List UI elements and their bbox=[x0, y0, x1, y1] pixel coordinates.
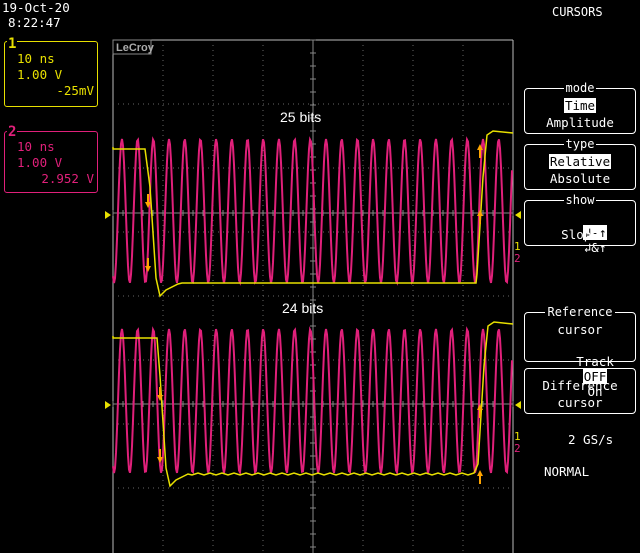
trigger-marker-left bbox=[105, 401, 111, 409]
difference-cursor-button[interactable]: Difference cursor bbox=[524, 368, 636, 414]
reference-menu-header: Reference bbox=[545, 305, 615, 319]
channel-2-box[interactable]: 2 10 ns 1.00 V 2.952 V bbox=[4, 124, 98, 193]
channel-2-volts: 1.00 V bbox=[17, 155, 63, 170]
type-menu[interactable]: type Relative Absolute bbox=[524, 137, 636, 190]
type-option-relative[interactable]: Relative bbox=[548, 154, 612, 169]
type-menu-header: type bbox=[563, 137, 597, 151]
brand-logo: LeCroy bbox=[116, 42, 155, 54]
reference-cursor-menu[interactable]: Reference cursor Track OFF On bbox=[524, 305, 636, 399]
cursor-arrow bbox=[477, 470, 483, 476]
sample-rate-readout: 2 GS/s bbox=[568, 432, 614, 447]
show-option-slope: Slope bbox=[561, 227, 599, 242]
difference-label: Difference bbox=[542, 378, 618, 393]
trigger-mode-readout: NORMAL bbox=[544, 464, 590, 479]
trigger-marker-left bbox=[105, 211, 111, 219]
mode-option-amplitude[interactable]: Amplitude bbox=[525, 115, 635, 130]
type-option-absolute[interactable]: Absolute bbox=[525, 171, 635, 186]
lower-trace-label: 24 bits bbox=[282, 300, 324, 316]
time-readout: 8:22:47 bbox=[8, 15, 61, 30]
track-label: Track bbox=[576, 354, 614, 369]
difference-cursor-label: cursor bbox=[557, 395, 603, 410]
ch2-ground-marker: 2 bbox=[514, 252, 521, 265]
slope-icon-other[interactable]: ↲&↑ bbox=[584, 240, 607, 255]
reference-cursor-label: cursor bbox=[557, 322, 603, 337]
show-menu[interactable]: show ↲-↑ ↲&↑ Slope bbox=[524, 193, 636, 255]
mode-option-time[interactable]: Time bbox=[563, 98, 597, 113]
channel-1-box[interactable]: 1 10 ns 1.00 V -25mV bbox=[4, 36, 98, 107]
upper-trace-label: 25 bits bbox=[280, 109, 322, 125]
trigger-marker-right bbox=[515, 211, 521, 219]
date-readout: 19-Oct-20 bbox=[2, 0, 70, 15]
channel-1-volts: 1.00 V bbox=[17, 67, 63, 82]
channel-1-timebase: 10 ns bbox=[17, 51, 55, 66]
channel-2-number: 2 bbox=[7, 124, 18, 140]
channel-2-offset: 2.952 V bbox=[41, 171, 94, 186]
show-menu-header: show bbox=[563, 193, 597, 207]
channel-1-offset: -25mV bbox=[56, 83, 94, 98]
menu-title: CURSORS bbox=[552, 5, 603, 19]
mode-menu[interactable]: mode Time Amplitude bbox=[524, 81, 636, 134]
trigger-marker-right bbox=[515, 401, 521, 409]
channel-2-timebase: 10 ns bbox=[17, 139, 55, 154]
channel-1-number: 1 bbox=[7, 36, 18, 52]
ch2-ground-marker: 2 bbox=[514, 442, 521, 455]
mode-menu-header: mode bbox=[563, 81, 597, 95]
